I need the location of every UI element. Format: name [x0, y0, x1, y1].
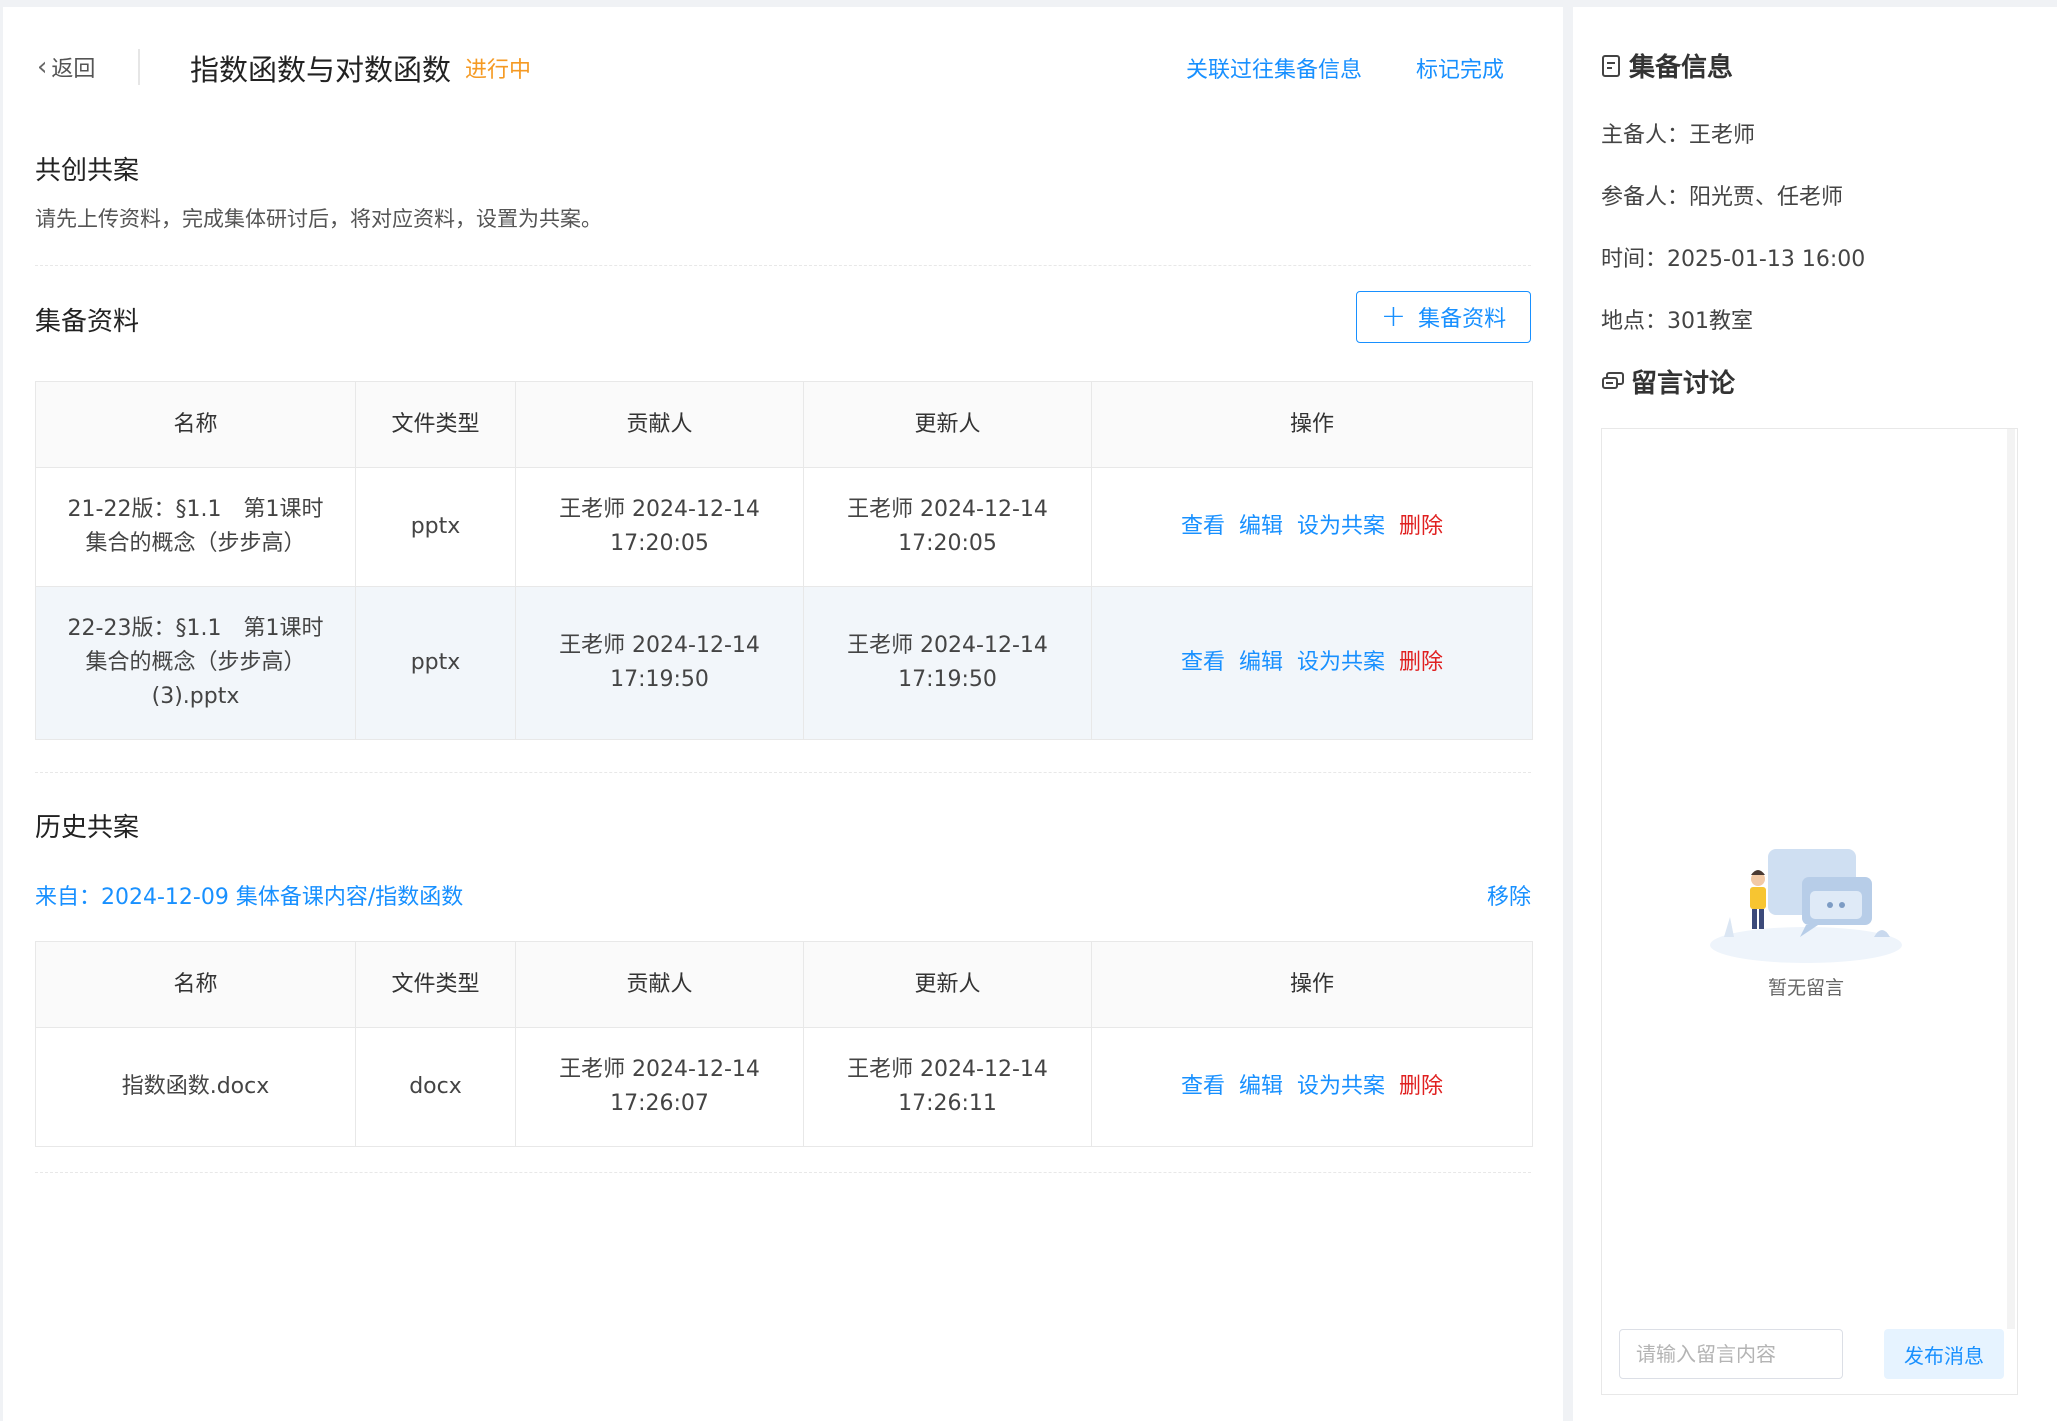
side-panel: 集备信息 主备人：王老师 参备人：阳光贾、任老师 时间：2025-01-13 1…: [1573, 7, 2057, 1421]
history-source-link[interactable]: 来自：2024-12-09 集体备课内容/指数函数: [35, 879, 463, 911]
status-badge: 进行中: [465, 58, 532, 83]
contributor: 王老师 2024-12-14 17:26:07: [515, 1027, 804, 1147]
col-updater: 更新人: [803, 941, 1092, 1028]
view-button[interactable]: 查看: [1181, 650, 1225, 675]
col-type: 文件类型: [355, 381, 516, 468]
divider: [35, 1172, 1531, 1173]
chat-icon: [1602, 371, 1624, 389]
set-shared-button[interactable]: 设为共案: [1297, 1074, 1385, 1099]
plus-icon: +: [1380, 299, 1407, 334]
col-updater: 更新人: [803, 381, 1092, 468]
history-table: 名称 文件类型 贡献人 更新人 操作 指数函数.docx docx 王老师 20…: [35, 941, 1533, 1147]
page-title: 指数函数与对数函数: [190, 53, 452, 87]
divider: [35, 265, 1531, 266]
col-ops: 操作: [1091, 381, 1533, 468]
discussion-heading: 留言讨论: [1601, 363, 1735, 400]
main-panel: ‹ 返回 指数函数与对数函数 进行中 关联过往集备信息 标记完成 共创共案 请先…: [3, 7, 1563, 1421]
remove-link[interactable]: 移除: [1487, 879, 1531, 911]
shared-plan-title: 共创共案: [35, 156, 140, 186]
scrollbar[interactable]: [2007, 429, 2015, 1329]
info-heading: 集备信息: [1601, 47, 1733, 84]
table-row: 21-22版：§1.1 第1课时集合的概念（步步高） pptx 王老师 2024…: [35, 467, 1533, 587]
associate-past-link[interactable]: 关联过往集备信息: [1186, 52, 1362, 84]
materials-title: 集备资料: [35, 307, 140, 337]
updater: 王老师 2024-12-14 17:19:50: [803, 586, 1092, 740]
table-row: 指数函数.docx docx 王老师 2024-12-14 17:26:07 王…: [35, 1027, 1533, 1147]
set-shared-button[interactable]: 设为共案: [1297, 650, 1385, 675]
edit-button[interactable]: 编辑: [1239, 650, 1283, 675]
empty-text: 暂无留言: [1767, 977, 1844, 999]
discussion-title: 留言讨论: [1631, 369, 1736, 399]
contributor: 王老师 2024-12-14 17:20:05: [515, 467, 804, 587]
set-shared-button[interactable]: 设为共案: [1297, 514, 1385, 539]
file-type: pptx: [355, 586, 516, 740]
col-contributor: 贡献人: [515, 381, 804, 468]
header-divider: [138, 49, 140, 85]
mark-done-link[interactable]: 标记完成: [1416, 52, 1504, 84]
file-name: 21-22版：§1.1 第1课时集合的概念（步步高）: [35, 467, 356, 587]
location-info: 地点：301教室: [1601, 309, 1753, 334]
updater: 王老师 2024-12-14 17:26:11: [803, 1027, 1092, 1147]
host-info: 主备人：王老师: [1601, 123, 1756, 148]
delete-button[interactable]: 删除: [1399, 650, 1443, 675]
empty-illustration-icon: [1710, 849, 1902, 963]
table-row: 22-23版：§1.1 第1课时集合的概念（步步高）(3).pptx pptx …: [35, 586, 1533, 740]
col-type: 文件类型: [355, 941, 516, 1028]
col-contributor: 贡献人: [515, 941, 804, 1028]
row-actions: 查看 编辑 设为共案 删除: [1091, 467, 1533, 587]
file-type: pptx: [355, 467, 516, 587]
row-actions: 查看 编辑 设为共案 删除: [1091, 586, 1533, 740]
divider: [35, 772, 1531, 773]
add-material-label: 集备资料: [1418, 307, 1507, 332]
back-label: 返回: [51, 57, 96, 82]
time-info: 时间：2025-01-13 16:00: [1601, 247, 1866, 272]
col-name: 名称: [35, 941, 356, 1028]
document-icon: [1602, 54, 1620, 77]
edit-button[interactable]: 编辑: [1239, 1074, 1283, 1099]
edit-button[interactable]: 编辑: [1239, 514, 1283, 539]
message-input[interactable]: [1619, 1329, 1843, 1379]
info-title: 集备信息: [1629, 53, 1734, 83]
col-name: 名称: [35, 381, 356, 468]
materials-table: 名称 文件类型 贡献人 更新人 操作 21-22版：§1.1 第1课时集合的概念…: [35, 381, 1533, 740]
shared-plan-desc: 请先上传资料，完成集体研讨后，将对应资料，设置为共案。: [35, 207, 602, 231]
view-button[interactable]: 查看: [1181, 1074, 1225, 1099]
contributor: 王老师 2024-12-14 17:19:50: [515, 586, 804, 740]
send-message-button[interactable]: 发布消息: [1884, 1329, 2004, 1379]
delete-button[interactable]: 删除: [1399, 514, 1443, 539]
delete-button[interactable]: 删除: [1399, 1074, 1443, 1099]
empty-state: 暂无留言: [1706, 837, 1906, 1000]
file-name: 22-23版：§1.1 第1课时集合的概念（步步高）(3).pptx: [35, 586, 356, 740]
chevron-left-icon: ‹: [37, 52, 48, 82]
col-ops: 操作: [1091, 941, 1533, 1028]
add-material-button[interactable]: + 集备资料: [1356, 291, 1531, 343]
file-name: 指数函数.docx: [35, 1027, 356, 1147]
back-button[interactable]: ‹ 返回: [37, 51, 95, 83]
history-title: 历史共案: [35, 813, 140, 843]
chat-box: 暂无留言 发布消息: [1601, 428, 2018, 1395]
updater: 王老师 2024-12-14 17:20:05: [803, 467, 1092, 587]
row-actions: 查看 编辑 设为共案 删除: [1091, 1027, 1533, 1147]
participants-info: 参备人：阳光贾、任老师: [1601, 185, 1844, 210]
file-type: docx: [355, 1027, 516, 1147]
view-button[interactable]: 查看: [1181, 514, 1225, 539]
